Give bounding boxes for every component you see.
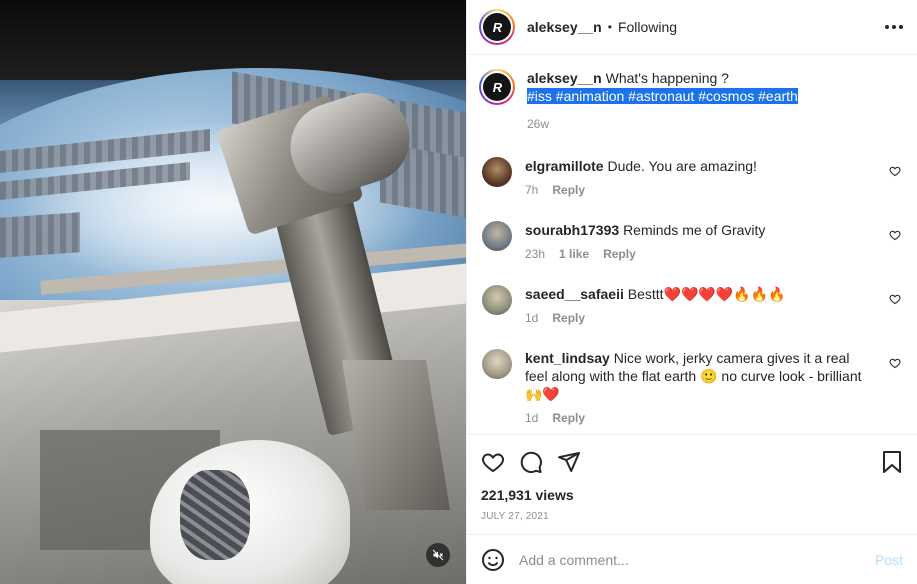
commenter-username[interactable]: kent_lindsay	[525, 350, 610, 366]
author-logo: R	[483, 73, 511, 101]
reply-button[interactable]: Reply	[603, 245, 636, 263]
commenter-avatar[interactable]	[482, 349, 512, 379]
comment-item: sourabh17393 Reminds me of Gravity 23h 1…	[479, 221, 903, 263]
comment-item: saeed__safaeii Besttt❤️❤️❤️❤️🔥🔥🔥 1d Repl…	[479, 285, 903, 327]
instagram-post-modal: R aleksey__n • Following R aleksey__n Wh…	[0, 0, 917, 584]
comment-likes[interactable]: 1 like	[559, 245, 589, 263]
comment-text: Reminds me of Gravity	[623, 222, 766, 238]
commenter-avatar[interactable]	[482, 285, 512, 315]
heart-icon[interactable]	[481, 450, 505, 474]
comment-input[interactable]	[519, 551, 875, 568]
author-logo: R	[483, 13, 511, 41]
post-comment-button[interactable]: Post	[875, 552, 903, 568]
author-avatar[interactable]: R	[479, 9, 515, 45]
view-count[interactable]: 221,931 views	[481, 487, 903, 503]
heart-icon[interactable]	[889, 229, 901, 241]
post-video[interactable]	[0, 0, 466, 584]
heart-icon[interactable]	[889, 293, 901, 305]
post-sidebar: R aleksey__n • Following R aleksey__n Wh…	[466, 0, 917, 584]
comment-item: elgramillote Dude. You are amazing! 7h R…	[479, 157, 903, 199]
post-date[interactable]: JULY 27, 2021	[481, 511, 903, 522]
commenter-username[interactable]: elgramillote	[525, 158, 604, 174]
comment-text: Besttt❤️❤️❤️❤️🔥🔥🔥	[627, 286, 786, 302]
mute-button[interactable]	[426, 543, 450, 567]
comment-text: Dude. You are amazing!	[607, 158, 757, 174]
commenter-username[interactable]: saeed__safaeii	[525, 286, 624, 302]
comment-age[interactable]: 23h	[525, 245, 545, 263]
comments-list[interactable]: R aleksey__n What's happening ? #iss #an…	[467, 55, 917, 434]
commenter-avatar[interactable]	[482, 221, 512, 251]
comment-item: kent_lindsay Nice work, jerky camera giv…	[479, 349, 903, 427]
solar-panel	[0, 212, 80, 258]
caption-username[interactable]: aleksey__n	[527, 70, 602, 86]
speaker-muted-icon	[432, 549, 444, 561]
share-icon[interactable]	[557, 450, 581, 474]
post-actions: 221,931 views JULY 27, 2021	[467, 434, 917, 534]
heart-icon[interactable]	[889, 357, 901, 369]
comment-icon[interactable]	[519, 450, 543, 474]
comment-composer: Post	[467, 534, 917, 584]
author-username[interactable]: aleksey__n	[527, 19, 602, 35]
emoji-icon[interactable]	[481, 548, 505, 572]
more-options-icon[interactable]	[885, 19, 903, 35]
reply-button[interactable]: Reply	[552, 181, 585, 199]
reply-button[interactable]: Reply	[552, 409, 585, 427]
post-header: R aleksey__n • Following	[467, 0, 917, 55]
comment-age[interactable]: 7h	[525, 181, 538, 199]
caption-age[interactable]: 26w	[527, 115, 549, 133]
bookmark-icon[interactable]	[881, 450, 903, 474]
post-caption: R aleksey__n What's happening ? #iss #an…	[479, 69, 903, 133]
commenter-username[interactable]: sourabh17393	[525, 222, 619, 238]
comment-age[interactable]: 1d	[525, 409, 538, 427]
caption-hashtags[interactable]: #iss #animation #astronaut #cosmos #eart…	[527, 88, 798, 104]
following-button[interactable]: Following	[618, 19, 677, 35]
heart-icon[interactable]	[889, 165, 901, 177]
reply-button[interactable]: Reply	[552, 309, 585, 327]
commenter-avatar[interactable]	[482, 157, 512, 187]
separator-dot: •	[607, 20, 612, 34]
comment-age[interactable]: 1d	[525, 309, 538, 327]
caption-text: What's happening ?	[605, 70, 729, 86]
author-avatar[interactable]: R	[479, 69, 515, 105]
